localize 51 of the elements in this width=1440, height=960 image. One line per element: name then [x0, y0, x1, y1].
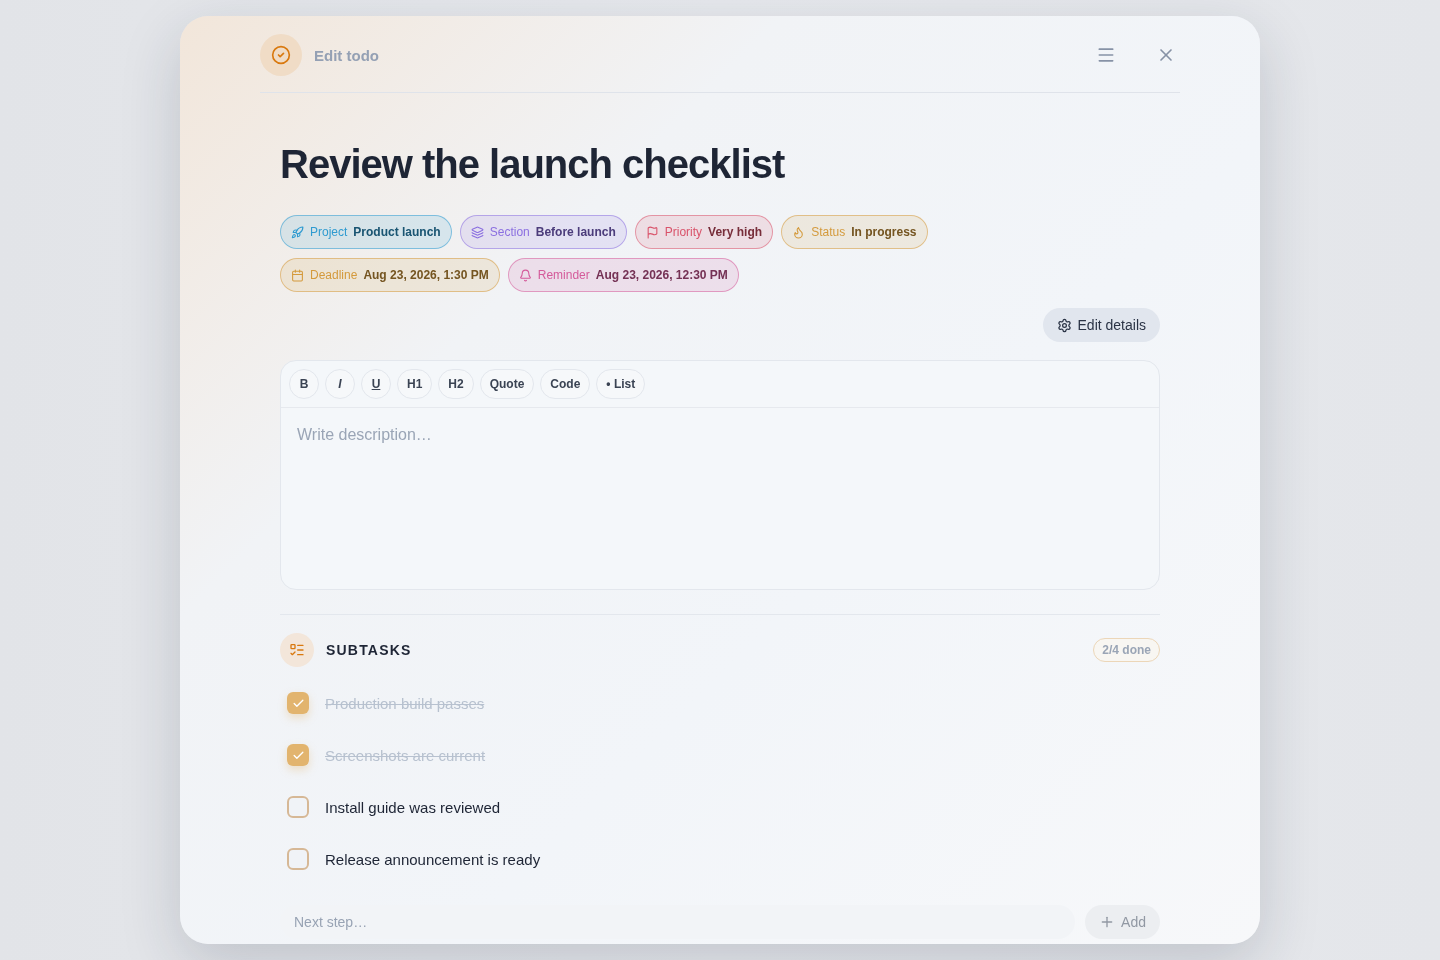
- check-circle-icon: [260, 34, 302, 76]
- chip-label: Reminder: [537, 268, 590, 282]
- format-button[interactable]: Code: [540, 369, 591, 399]
- checkbox[interactable]: [287, 692, 309, 714]
- edit-details-button[interactable]: Edit details: [1042, 308, 1160, 342]
- format-button[interactable]: • List: [596, 369, 646, 399]
- chip-label: Status: [811, 225, 846, 239]
- bell-icon: [518, 268, 532, 282]
- property-chip[interactable]: Priority Very high: [634, 215, 774, 249]
- format-button[interactable]: H2: [438, 369, 474, 399]
- chip-value: Aug 23, 2026, 1:30 PM: [363, 268, 489, 282]
- format-button[interactable]: H1: [397, 369, 433, 399]
- calendar-icon: [291, 268, 304, 282]
- property-chip[interactable]: Section Before launch: [459, 215, 627, 249]
- subtask-label: Install guide was reviewed: [325, 798, 501, 816]
- chip-label: Section: [489, 225, 530, 239]
- format-button[interactable]: I: [325, 369, 355, 399]
- property-chip[interactable]: Deadline Aug 23, 2026, 1:30 PM: [280, 258, 500, 292]
- todo-title: Review the launch checklist: [280, 141, 786, 187]
- property-chip[interactable]: Project Product launch: [280, 215, 452, 249]
- description-editor[interactable]: B I U H1 H2 Quote Code • List Write description…: [280, 360, 1160, 590]
- chip-value: Aug 23, 2026, 12:30 PM: [595, 268, 728, 282]
- menu-icon: [1096, 45, 1116, 65]
- dialog-title: Edit todo: [314, 46, 380, 64]
- chip-value: Product launch: [353, 225, 441, 239]
- chip-label: Project: [310, 225, 348, 239]
- gear-icon: [1056, 317, 1072, 333]
- chip-label: Priority: [664, 225, 703, 239]
- chip-value: In progress: [851, 225, 917, 239]
- description-field[interactable]: Write description…: [281, 408, 1159, 589]
- rocket-icon: [291, 225, 304, 239]
- chip-value: Very high: [708, 225, 763, 239]
- checklist-icon: [280, 633, 314, 667]
- chip-value: Before launch: [535, 225, 616, 239]
- subtask-label: Release announcement is ready: [325, 850, 541, 868]
- format-button[interactable]: B: [289, 369, 319, 399]
- format-button[interactable]: U: [361, 369, 391, 399]
- checkbox[interactable]: [287, 848, 309, 870]
- property-chip[interactable]: Reminder Aug 23, 2026, 12:30 PM: [507, 258, 739, 292]
- checkbox[interactable]: [287, 744, 309, 766]
- section-title: SUBTASKS: [326, 642, 413, 658]
- subtask-label: Screenshots are current: [325, 746, 486, 764]
- flag-icon: [645, 225, 659, 239]
- subtask-label: Production build passes: [325, 694, 485, 712]
- format-button[interactable]: Quote: [479, 369, 535, 399]
- property-chip[interactable]: Status In progress: [781, 215, 928, 249]
- progress-badge: 2/4 done: [1093, 638, 1160, 662]
- chip-label: Deadline: [310, 268, 358, 282]
- flame-icon: [792, 225, 806, 239]
- layers-icon: [470, 225, 484, 239]
- checkbox[interactable]: [287, 796, 309, 818]
